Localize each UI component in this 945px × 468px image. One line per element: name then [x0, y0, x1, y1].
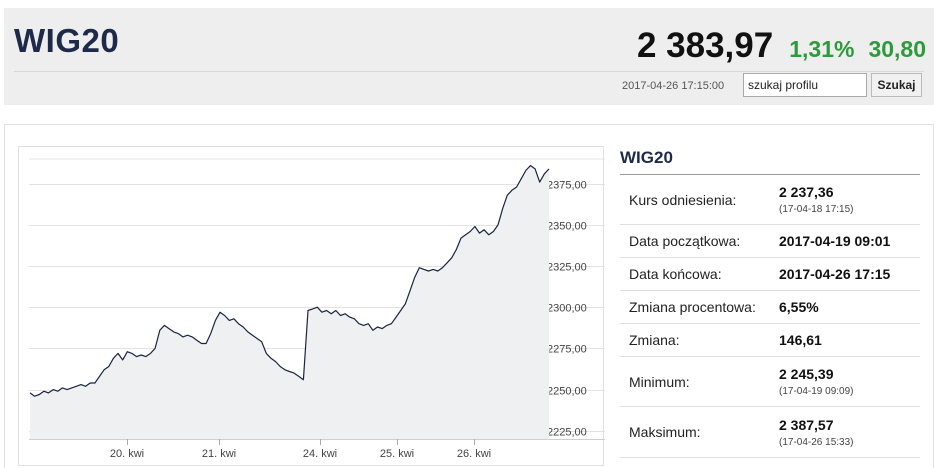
info-label: Minimum:	[629, 373, 690, 390]
info-value-cell: 2 245,39 (17-04-19 09:09)	[779, 366, 854, 397]
x-tick-label: 21. kwi	[202, 448, 236, 460]
info-value: 2017-04-26 17:15	[779, 266, 891, 282]
info-row: Kurs odniesienia: 2 237,36 (17-04-18 17:15…	[620, 175, 920, 225]
info-table: WIG20 Kurs odniesienia: 2 237,36 (17-04-18…	[620, 148, 920, 458]
info-rows: Kurs odniesienia: 2 237,36 (17-04-18 17:15…	[620, 175, 920, 458]
info-value: 2 387,57	[779, 416, 834, 433]
header-divider	[14, 71, 924, 72]
info-value: 6,55%	[779, 299, 819, 315]
price-area	[30, 165, 549, 439]
info-value: 2017-04-19 09:01	[779, 233, 891, 249]
quote-summary: 2 383,97 1,31% 30,80	[637, 26, 926, 66]
change-percent: 1,31%	[789, 36, 855, 62]
y-tick-label: 2250,00	[547, 386, 587, 398]
info-value: 146,61	[779, 332, 822, 348]
info-row: Zmiana: 146,61	[620, 324, 920, 357]
y-tick-label: 2225,00	[547, 427, 587, 439]
info-row: Data początkowa: 2017-04-19 09:01	[620, 225, 920, 258]
info-row: Minimum: 2 245,39 (17-04-19 09:09)	[620, 357, 920, 407]
info-label: Zmiana procentowa:	[629, 299, 756, 315]
y-tick-label: 2350,00	[547, 221, 587, 233]
info-value-cell: 6,55%	[779, 299, 819, 315]
info-row: Maksimum: 2 387,57 (17-04-26 15:33)	[620, 407, 920, 458]
info-subvalue: (17-04-19 09:09)	[779, 386, 854, 397]
info-row: Data końcowa: 2017-04-26 17:15	[620, 258, 920, 291]
info-label: Maksimum:	[629, 424, 701, 440]
current-price: 2 383,97	[636, 26, 774, 65]
x-tick-label: 25. kwi	[380, 448, 414, 460]
y-tick-label: 2275,00	[547, 344, 587, 356]
x-tick-label: 26. kwi	[457, 448, 491, 460]
chart-svg: 2375,00 2350,00 2325,00 2300,00 2275,00 2250,…	[29, 158, 605, 460]
info-value: 2 237,36	[779, 184, 834, 200]
y-tick-label: 2375,00	[547, 180, 587, 192]
info-value: 2 245,39	[779, 366, 834, 382]
info-subvalue: (17-04-18 17:15)	[779, 204, 854, 215]
info-value-cell: 2017-04-19 09:01	[779, 233, 890, 249]
profile-search-input[interactable]	[743, 73, 867, 97]
info-label: Zmiana:	[629, 332, 680, 348]
y-tick-label: 2325,00	[547, 262, 587, 274]
index-name: WIG20	[14, 22, 120, 59]
x-tick-label: 24. kwi	[303, 448, 337, 460]
info-value-cell: 2017-04-26 17:15	[779, 266, 890, 282]
info-value-cell: 2 237,36 (17-04-18 17:15)	[779, 184, 854, 215]
y-tick-label: 2300,00	[547, 303, 587, 315]
info-value-cell: 2 387,57 (17-04-26 15:33)	[779, 417, 854, 448]
info-label: Data początkowa:	[629, 233, 741, 249]
info-subvalue: (17-04-26 15:33)	[779, 436, 854, 448]
change-absolute: 30,80	[868, 36, 926, 62]
x-tick-label: 20. kwi	[110, 448, 144, 460]
info-title: WIG20	[620, 148, 920, 175]
search-button[interactable]: Szukaj	[871, 73, 922, 97]
info-label: Kurs odniesienia:	[629, 191, 737, 208]
info-row: Zmiana procentowa: 6,55%	[620, 291, 920, 324]
info-value-cell: 146,61	[779, 332, 822, 348]
info-label: Data końcowa:	[629, 266, 722, 282]
price-chart[interactable]: 2375,00 2350,00 2325,00 2300,00 2275,00 2250,…	[18, 146, 605, 466]
quote-timestamp: 2017-04-26 17:15:00	[622, 80, 725, 92]
